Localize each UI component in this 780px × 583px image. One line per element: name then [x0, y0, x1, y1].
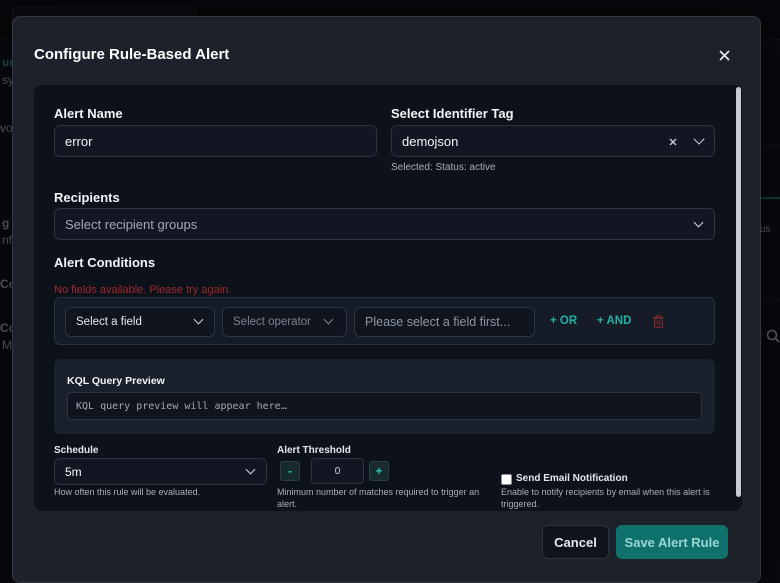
identifier-tag-label: Select Identifier Tag: [391, 106, 514, 121]
email-help-line1: Enable to notify recipients by email whe…: [501, 487, 710, 497]
schedule-select[interactable]: 5m: [54, 458, 267, 485]
threshold-input[interactable]: 0: [311, 458, 364, 484]
threshold-help-line1: Minimum number of matches required to tr…: [277, 487, 480, 497]
alert-name-input[interactable]: error: [54, 125, 377, 157]
trash-icon[interactable]: [653, 315, 664, 328]
alert-conditions-label: Alert Conditions: [54, 255, 156, 270]
identifier-tag-value: demojson: [402, 133, 459, 149]
schedule-label: Schedule: [54, 445, 99, 456]
schedule-value: 5m: [65, 464, 82, 479]
chevron-down-icon: [245, 464, 256, 475]
configure-alert-modal: Configure Rule-Based Alert Alert Name er…: [12, 16, 761, 583]
email-notification-checkbox[interactable]: [501, 474, 512, 485]
operator-select[interactable]: Select operator: [222, 307, 347, 337]
recipients-placeholder: Select recipient groups: [65, 216, 198, 232]
chevron-down-icon: [323, 314, 334, 325]
close-button[interactable]: [713, 44, 735, 66]
threshold-label: Alert Threshold: [277, 445, 351, 456]
save-alert-rule-button[interactable]: Save Alert Rule: [616, 525, 728, 559]
increment-button[interactable]: +: [369, 461, 389, 481]
schedule-help: How often this rule will be evaluated.: [54, 487, 201, 497]
threshold-help-line2: alert.: [277, 499, 298, 509]
alert-name-label: Alert Name: [54, 106, 123, 121]
chevron-down-icon: [693, 133, 705, 145]
condition-value-placeholder: Please select a field first...: [365, 315, 511, 329]
scrollbar-thumb[interactable]: [736, 87, 741, 497]
close-icon: [718, 49, 730, 61]
kql-preview-title: KQL Query Preview: [67, 375, 165, 387]
add-or-button[interactable]: + OR: [550, 315, 577, 327]
condition-value-input[interactable]: Please select a field first...: [354, 307, 535, 337]
identifier-tag-select[interactable]: demojson: [391, 125, 715, 157]
recipients-label: Recipients: [54, 190, 120, 205]
operator-select-placeholder: Select operator: [233, 316, 311, 328]
field-select-placeholder: Select a field: [76, 316, 142, 328]
modal-title: Configure Rule-Based Alert: [34, 46, 230, 63]
email-help-line2: triggered.: [501, 499, 540, 509]
chevron-down-icon: [693, 217, 704, 228]
add-and-button[interactable]: + AND: [597, 315, 631, 327]
cancel-button[interactable]: Cancel: [542, 525, 609, 559]
identifier-selected-note: Selected: Status: active: [391, 162, 496, 173]
decrement-button[interactable]: -: [280, 461, 300, 481]
kql-preview-field[interactable]: KQL query preview will appear here…: [67, 392, 702, 420]
condition-row: Select a field Select operator Please se…: [54, 297, 715, 345]
kql-preview-section: KQL Query Preview KQL query preview will…: [54, 359, 715, 434]
form-panel: Alert Name error Select Identifier Tag d…: [34, 85, 742, 511]
email-notification-label: Send Email Notification: [516, 473, 628, 484]
conditions-error-message: No fields available. Please try again.: [54, 284, 232, 296]
clear-selection-icon[interactable]: [669, 138, 677, 146]
form-scrollbar[interactable]: [735, 85, 742, 511]
recipients-select[interactable]: Select recipient groups: [54, 208, 715, 240]
chevron-down-icon: [193, 314, 204, 325]
field-select[interactable]: Select a field: [65, 307, 215, 337]
alert-name-value: error: [65, 133, 93, 149]
